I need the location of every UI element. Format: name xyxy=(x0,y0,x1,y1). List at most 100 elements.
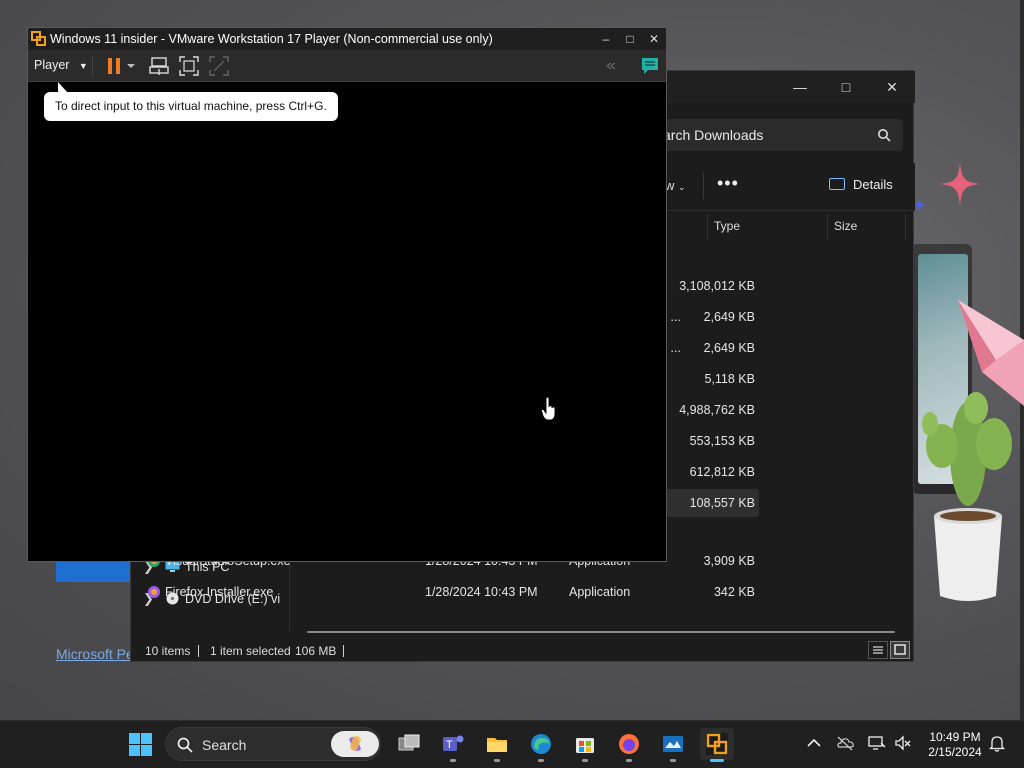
unity-icon xyxy=(209,56,229,76)
chevron-down-icon: ⌄ xyxy=(678,182,686,192)
status-size: 106 MB xyxy=(295,644,337,658)
player-menu-label: Player xyxy=(34,58,70,72)
desktop-blue-tile xyxy=(56,560,130,582)
vm-close-button[interactable]: ✕ xyxy=(642,30,666,48)
file-size: 3,108,012 KB xyxy=(679,279,755,293)
app-icon xyxy=(663,736,683,752)
view-button[interactable]: w ⌄ xyxy=(665,178,686,193)
toolbar-separator xyxy=(92,56,93,76)
file-size: 2,649 KB xyxy=(703,310,755,324)
show-hidden-icons-chevron-icon[interactable] xyxy=(805,734,823,752)
onedrive-icon[interactable] xyxy=(836,734,854,752)
vmware-titlebar[interactable]: Windows 11 insider - VMware Workstation … xyxy=(28,28,666,50)
status-bar: 10 items 1 item selected 106 MB xyxy=(131,639,915,663)
taskbar-app-vmware[interactable] xyxy=(700,728,734,762)
details-pane-button[interactable]: Details xyxy=(829,177,893,192)
thumbnail-view-toggle[interactable] xyxy=(890,641,910,659)
details-icon xyxy=(829,178,845,190)
column-header-size[interactable]: Size xyxy=(827,214,905,240)
toolbar-collapse-icon[interactable] xyxy=(602,56,622,76)
svg-text:T: T xyxy=(446,739,453,751)
running-indicator xyxy=(538,759,544,762)
details-view-toggle[interactable] xyxy=(868,641,888,659)
status-separator xyxy=(343,645,344,657)
taskbar-app-windows-start[interactable] xyxy=(123,728,157,760)
dropdown-arrow-icon: ▼ xyxy=(78,61,88,71)
file-row[interactable]: Firefox Installer.exe 1/28/2024 10:43 PM A… xyxy=(147,578,759,606)
firefox-icon xyxy=(619,734,639,754)
more-options-button[interactable]: ••• xyxy=(717,173,739,194)
vm-minimize-button[interactable]: – xyxy=(594,30,618,48)
taskbar-app-app[interactable] xyxy=(656,728,690,762)
file-size: 108,557 KB xyxy=(689,496,755,510)
clock-date: 2/15/2024 xyxy=(928,745,982,759)
running-indicator xyxy=(494,759,500,762)
search-placeholder: arch Downloads xyxy=(663,127,764,143)
file-size: 342 KB xyxy=(713,585,755,599)
taskbar-clock[interactable]: 10:49 PM 2/15/2024 xyxy=(920,730,990,760)
desktop-link[interactable]: Microsoft Pe xyxy=(56,646,134,662)
firefox-installer-icon xyxy=(148,586,160,598)
search-icon xyxy=(878,129,891,142)
vmware-toolbar: Player ▼ xyxy=(28,50,666,82)
minimize-button[interactable]: — xyxy=(777,75,823,99)
vmware-player-window[interactable]: Windows 11 insider - VMware Workstation … xyxy=(27,27,667,562)
file-size: 553,153 KB xyxy=(689,434,755,448)
file-size: 2,649 KB xyxy=(703,341,755,355)
volume-muted-icon[interactable] xyxy=(894,734,912,752)
vmware-window-title: Windows 11 insider - VMware Workstation … xyxy=(50,32,493,46)
cactus-plant-illustration xyxy=(922,392,1012,601)
toolbar-divider xyxy=(703,173,704,199)
edge-icon xyxy=(531,734,551,754)
running-indicator xyxy=(710,759,724,762)
column-header-type[interactable]: Type xyxy=(707,214,827,240)
message-log-icon[interactable] xyxy=(640,56,660,76)
taskbar-app-task-view[interactable] xyxy=(392,728,426,760)
file-date-modified: 1/28/2024 10:43 PM xyxy=(425,585,538,599)
send-ctrl-alt-del-icon[interactable] xyxy=(149,56,169,76)
taskbar-search-box[interactable]: Search xyxy=(165,727,381,761)
running-indicator xyxy=(626,759,632,762)
search-icon xyxy=(177,737,193,753)
windows-start-icon xyxy=(129,733,152,756)
file-size: 5,118 KB xyxy=(704,372,755,386)
clock-time: 10:49 PM xyxy=(929,730,981,744)
status-selected: 1 item selected xyxy=(210,644,291,658)
hand-cursor-icon xyxy=(541,397,556,421)
network-icon[interactable] xyxy=(868,734,886,752)
status-separator xyxy=(198,645,199,657)
file-type: Application xyxy=(569,585,631,599)
taskbar-app-file-explorer[interactable] xyxy=(480,728,514,762)
horizontal-scrollbar[interactable] xyxy=(307,631,895,633)
pause-icon[interactable] xyxy=(104,56,124,76)
pause-dropdown-icon[interactable] xyxy=(126,56,136,76)
file-explorer-icon xyxy=(487,738,507,752)
taskbar-search-label: Search xyxy=(202,737,247,753)
running-indicator xyxy=(670,759,676,762)
copilot-icon[interactable] xyxy=(331,731,379,757)
taskbar-app-microsoft-store[interactable] xyxy=(568,728,602,762)
details-view-icon xyxy=(873,646,883,654)
status-item-count: 10 items xyxy=(145,644,191,658)
close-button[interactable]: ✕ xyxy=(869,75,915,99)
details-label: Details xyxy=(853,177,893,192)
taskbar-app-edge[interactable] xyxy=(524,728,558,762)
vmware-icon xyxy=(706,733,728,755)
task-view-icon xyxy=(398,734,420,751)
file-name: Firefox Installer.exe xyxy=(165,585,274,599)
file-size: 612,812 KB xyxy=(689,465,755,479)
column-header-end xyxy=(905,214,915,240)
thumbnail-view-icon xyxy=(894,644,906,655)
taskbar-app-teams[interactable]: T xyxy=(436,728,470,762)
notification-bell-icon[interactable] xyxy=(988,734,1006,752)
full-screen-icon[interactable] xyxy=(179,56,199,76)
microsoft-store-icon xyxy=(576,738,594,753)
vm-maximize-button[interactable]: □ xyxy=(618,30,642,48)
file-size: 3,909 KB xyxy=(703,554,755,568)
file-size: 4,988,762 KB xyxy=(679,403,755,417)
taskbar-app-firefox[interactable] xyxy=(612,728,646,762)
maximize-button[interactable]: □ xyxy=(823,75,869,99)
search-downloads-input[interactable]: arch Downloads xyxy=(651,119,903,151)
running-indicator xyxy=(450,759,456,762)
player-menu-button[interactable]: Player ▼ xyxy=(34,58,88,72)
